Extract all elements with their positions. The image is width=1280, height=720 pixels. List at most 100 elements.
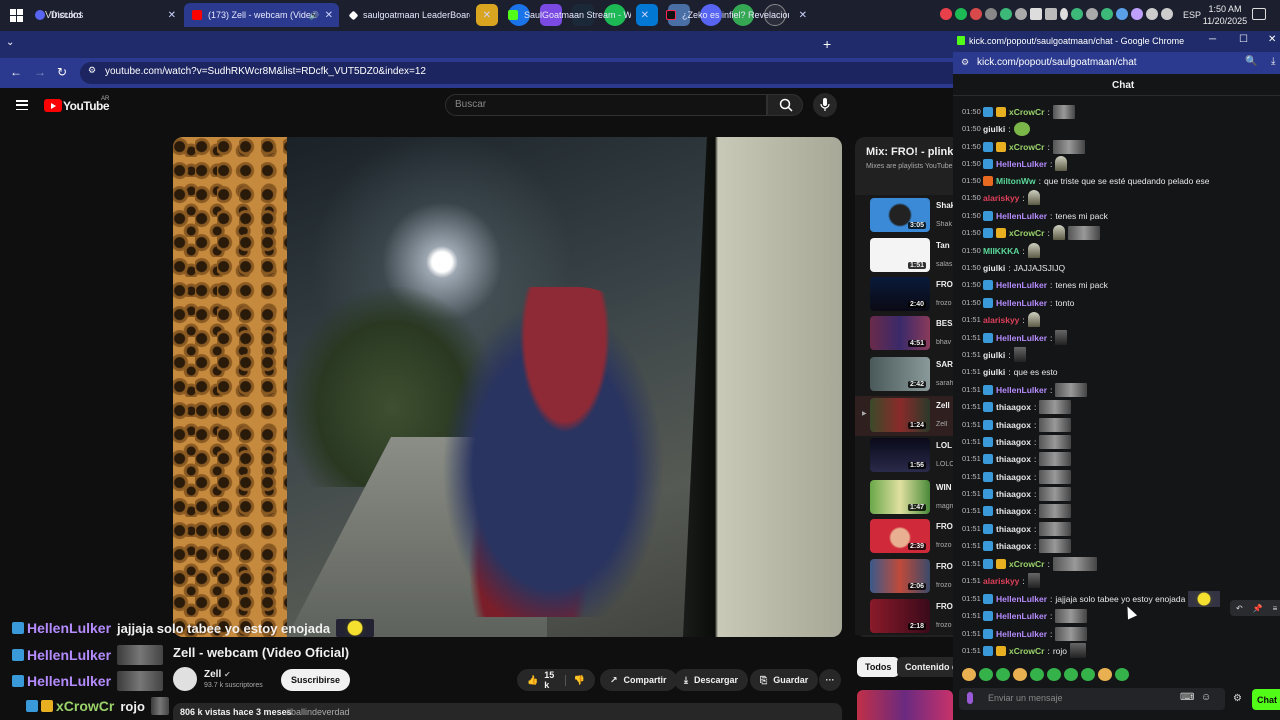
playlist-item-current[interactable]: 1:24 Zell Zell <box>862 398 953 434</box>
recommended-video-thumbnail[interactable] <box>857 690 953 720</box>
tray-icon[interactable] <box>1116 8 1128 20</box>
microphone-icon[interactable] <box>1060 8 1068 20</box>
chat-message[interactable]: 01:50 HellenLulker: tenes mi pack <box>962 277 1108 292</box>
chat-username[interactable]: xCrowCr <box>1009 142 1044 152</box>
chat-message[interactable]: 01:51 thiaagox: <box>962 399 1072 414</box>
chat-username[interactable]: xCrowCr <box>1009 228 1044 238</box>
chat-message[interactable]: 01:51 HellenLulker: <box>962 626 1088 641</box>
chat-message[interactable]: 01:51 thiaagox: <box>962 538 1072 553</box>
close-window-icon[interactable]: ✕ <box>1268 34 1276 45</box>
tab-close-icon[interactable]: ✕ <box>168 10 176 21</box>
chat-username[interactable]: HellenLulker <box>996 385 1047 395</box>
chat-username[interactable]: thiaagox <box>996 506 1031 516</box>
tray-icon[interactable] <box>1045 8 1057 20</box>
subscribe-button[interactable]: Suscribirse <box>281 669 351 691</box>
tab-discord[interactable]: Discord ✕ <box>27 3 182 27</box>
chip-all[interactable]: Todos <box>857 657 900 677</box>
chat-message[interactable]: 01:51 thiaagox: <box>962 451 1072 466</box>
channel-avatar[interactable] <box>173 667 197 691</box>
chat-message[interactable]: 01:51 thiaagox: <box>962 469 1072 484</box>
chat-message[interactable]: 01:50 MiltonWw: que triste que se esté que… <box>962 173 1209 188</box>
search-page-icon[interactable]: 🔍 <box>1245 56 1257 67</box>
tray-spotify-icon[interactable] <box>955 8 967 20</box>
search-button[interactable] <box>767 94 803 116</box>
chat-message[interactable]: 01:51 HellenLulker: <box>962 382 1088 397</box>
chat-username[interactable]: thiaagox <box>996 454 1031 464</box>
reload-icon[interactable]: ↻ <box>57 65 67 79</box>
chat-username[interactable]: HellenLulker <box>996 629 1047 639</box>
dislike-button[interactable]: 👎 <box>564 674 585 686</box>
chat-username[interactable]: MIIKKKA <box>983 246 1019 256</box>
chat-message[interactable]: 01:51 thiaagox: <box>962 503 1072 518</box>
site-info-icon[interactable]: ⚙ <box>88 65 96 76</box>
chat-username[interactable]: HellenLulker <box>996 333 1047 343</box>
chat-message[interactable]: 01:50 HellenLulker: tonto <box>962 295 1074 310</box>
tab-close-icon[interactable]: ✕ <box>325 10 333 21</box>
chat-message[interactable]: 01:51 giulki: que es esto <box>962 364 1058 379</box>
chat-send-button[interactable]: Chat <box>1252 689 1280 710</box>
chat-message[interactable]: 01:51 thiaagox: <box>962 521 1072 536</box>
playlist-item[interactable]: 2:18 FRO frozo <box>870 599 953 635</box>
more-icon[interactable]: ≡ <box>1273 604 1278 613</box>
channel-name[interactable]: Zell ✔ <box>204 669 231 680</box>
save-button[interactable]: ⎘ Guardar <box>750 669 819 691</box>
minimize-icon[interactable]: ─ <box>1209 34 1216 45</box>
chat-username[interactable]: HellenLulker <box>996 280 1047 290</box>
tab-youtube[interactable]: (173) Zell - webcam (Video 🔊 ✕ <box>184 3 339 27</box>
volume-icon[interactable] <box>1161 8 1173 20</box>
chat-username[interactable]: thiaagox <box>996 420 1031 430</box>
tab-search-chevron-icon[interactable]: ⌄ <box>6 37 20 51</box>
hamburger-menu-icon[interactable] <box>16 100 28 110</box>
chat-username[interactable]: xCrowCr <box>1009 646 1044 656</box>
chat-username[interactable]: xCrowCr <box>1009 559 1044 569</box>
chat-username[interactable]: alariskyy <box>983 576 1019 586</box>
chat-username[interactable]: MiltonWw <box>996 176 1036 186</box>
back-arrow-icon[interactable]: ← <box>10 65 22 79</box>
youtube-logo-icon[interactable] <box>44 99 62 112</box>
emote-icon[interactable] <box>1064 668 1078 681</box>
site-info-icon[interactable]: ⚙ <box>961 57 969 68</box>
tray-icon[interactable] <box>1030 8 1042 20</box>
hashtag-link[interactable]: #ballindeverdad <box>286 707 350 717</box>
language-indicator[interactable]: ESP <box>1183 10 1201 20</box>
playlist-item[interactable]: 1:51 Tan salas <box>870 238 953 274</box>
search-input[interactable] <box>445 94 767 116</box>
chat-username[interactable]: thiaagox <box>996 437 1031 447</box>
chat-message[interactable]: 01:50 xCrowCr: <box>962 139 1085 154</box>
pin-icon[interactable]: 📌 <box>1253 604 1263 613</box>
tab-close-icon[interactable]: ✕ <box>641 10 649 21</box>
tab-close-icon[interactable]: ✕ <box>799 10 807 21</box>
chat-message[interactable]: 01:50 xCrowCr: <box>962 225 1100 240</box>
new-tab-plus-icon[interactable]: + <box>823 36 831 52</box>
chat-username[interactable]: giulki <box>983 124 1005 134</box>
emote-icon[interactable] <box>996 668 1010 681</box>
chat-username[interactable]: HellenLulker <box>996 594 1047 604</box>
playlist-item[interactable]: 1:47 WIN magn <box>870 480 953 516</box>
chat-message[interactable]: 01:51 xCrowCr: rojo <box>962 643 1086 658</box>
chat-message[interactable]: 01:51 alariskyy: <box>962 312 1040 327</box>
chat-message[interactable]: 01:51 HellenLulker: <box>962 608 1088 623</box>
forward-arrow-icon[interactable]: → <box>34 65 46 79</box>
tab-leaderboard[interactable]: saulgoatmaan LeaderBoard | Th ✕ <box>342 3 497 27</box>
emote-icon[interactable] <box>979 668 993 681</box>
emote-icon[interactable] <box>1030 668 1044 681</box>
emote-icon[interactable] <box>1081 668 1095 681</box>
video-player[interactable] <box>173 137 842 637</box>
chat-username[interactable]: thiaagox <box>996 472 1031 482</box>
tray-icon[interactable] <box>1101 8 1113 20</box>
playlist-item[interactable]: 2:42 SAR talk sarah <box>870 357 953 393</box>
playlist-item[interactable]: 2:06 FRO Ofic frozo <box>870 559 953 595</box>
chat-message[interactable]: 01:50 HellenLulker: tenes mi pack <box>962 208 1108 223</box>
chat-username[interactable]: HellenLulker <box>996 211 1047 221</box>
translate-icon[interactable]: ⌨ <box>1180 692 1194 703</box>
chat-message[interactable]: 01:50 giulki: JAJJAJSJIJQ <box>962 260 1065 275</box>
pen-icon[interactable] <box>1131 8 1143 20</box>
chat-message[interactable]: 01:50 alariskyy: <box>962 190 1040 205</box>
chat-message[interactable]: 01:50 xCrowCr: <box>962 104 1075 119</box>
playlist-item[interactable]: 3:05 Shak (Vide Shak <box>870 198 953 234</box>
chat-message[interactable]: 01:50 giulki: <box>962 121 1030 136</box>
chat-message[interactable]: 01:51 thiaagox: <box>962 486 1072 501</box>
chat-username[interactable]: giulki <box>983 350 1005 360</box>
reply-icon[interactable]: ↶ <box>1236 604 1243 613</box>
tab-audio-icon[interactable]: 🔊 <box>309 11 319 20</box>
